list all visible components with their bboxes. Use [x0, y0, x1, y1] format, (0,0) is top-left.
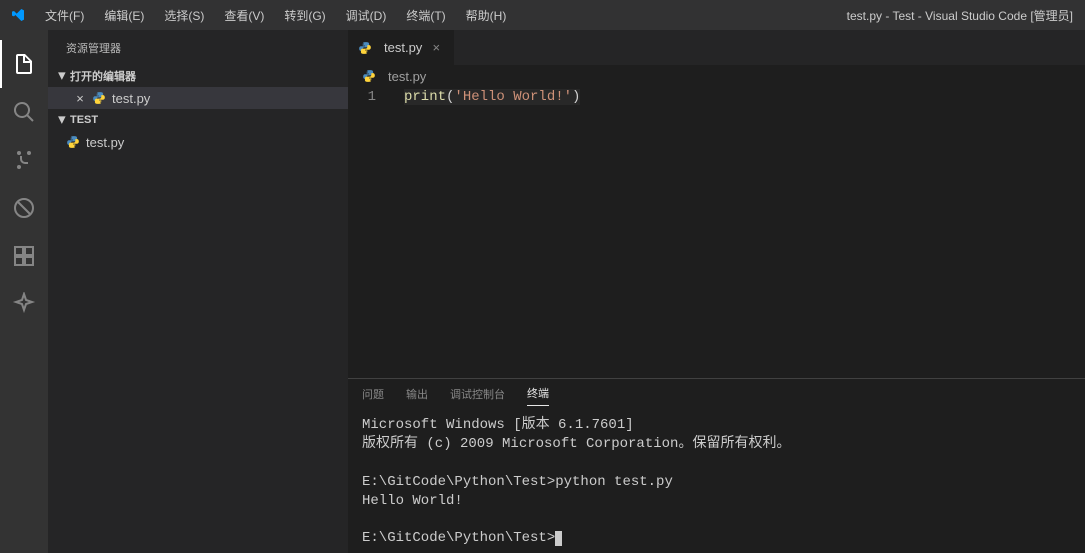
tab-label: test.py	[384, 40, 422, 55]
activity-debug[interactable]	[0, 184, 48, 232]
panel-tab-output[interactable]: 输出	[406, 386, 428, 406]
vscode-logo-icon	[0, 7, 35, 23]
editor-tab[interactable]: test.py ×	[348, 30, 455, 65]
open-editors-label: 打开的编辑器	[70, 68, 136, 84]
close-icon[interactable]: ×	[428, 40, 444, 55]
workspace-file-item[interactable]: test.py	[48, 131, 348, 153]
search-icon	[12, 100, 36, 124]
menu-debug[interactable]: 调试(D)	[336, 0, 397, 30]
workspace-file-label: test.py	[86, 135, 124, 150]
menu-file[interactable]: 文件(F)	[35, 0, 94, 30]
panel-tab-problems[interactable]: 问题	[362, 386, 384, 406]
menu-view[interactable]: 查看(V)	[214, 0, 274, 30]
code-line: print('Hello World!')	[396, 89, 580, 378]
open-editors-section[interactable]: ▶ 打开的编辑器	[48, 65, 348, 87]
bottom-panel: 问题 输出 调试控制台 终端 Microsoft Windows [版本 6.1…	[348, 378, 1085, 553]
breadcrumb-file: test.py	[388, 69, 426, 84]
workspace-name-label: TEST	[70, 114, 98, 126]
open-editor-file-label: test.py	[112, 91, 150, 106]
files-icon	[12, 52, 36, 76]
terminal-cursor	[555, 531, 562, 546]
window-title: test.py - Test - Visual Studio Code [管理员…	[847, 7, 1073, 24]
sidebar-explorer: 资源管理器 ▶ 打开的编辑器 × test.py ▶ TEST test.py	[48, 30, 348, 553]
python-file-icon	[92, 91, 106, 105]
editor-tabs: test.py ×	[348, 30, 1085, 65]
sidebar-title: 资源管理器	[48, 30, 348, 65]
chevron-down-icon: ▶	[57, 116, 68, 124]
python-file-icon	[358, 41, 372, 55]
panel-tabs: 问题 输出 调试控制台 终端	[348, 379, 1085, 412]
activity-search[interactable]	[0, 88, 48, 136]
editor-area: test.py × test.py 1 print('Hello World!'…	[348, 30, 1085, 553]
activity-bar	[0, 30, 48, 553]
panel-tab-terminal[interactable]: 终端	[527, 385, 549, 406]
python-file-icon	[66, 135, 80, 149]
python-file-icon	[362, 69, 376, 83]
code-editor[interactable]: 1 print('Hello World!')	[348, 87, 1085, 378]
menu-help[interactable]: 帮助(H)	[456, 0, 517, 30]
panel-tab-debug-console[interactable]: 调试控制台	[450, 386, 505, 406]
activity-explorer[interactable]	[0, 40, 48, 88]
menu-go[interactable]: 转到(G)	[274, 0, 335, 30]
menubar: 文件(F) 编辑(E) 选择(S) 查看(V) 转到(G) 调试(D) 终端(T…	[35, 0, 516, 30]
terminal[interactable]: Microsoft Windows [版本 6.1.7601] 版权所有 (c)…	[348, 412, 1085, 553]
menu-edit[interactable]: 编辑(E)	[94, 0, 154, 30]
titlebar: 文件(F) 编辑(E) 选择(S) 查看(V) 转到(G) 调试(D) 终端(T…	[0, 0, 1085, 30]
menu-terminal[interactable]: 终端(T)	[396, 0, 455, 30]
extensions-icon	[12, 244, 36, 268]
workspace-section[interactable]: ▶ TEST	[48, 109, 348, 131]
open-editor-item[interactable]: × test.py	[48, 87, 348, 109]
close-icon[interactable]: ×	[72, 91, 88, 106]
activity-extensions[interactable]	[0, 232, 48, 280]
activity-copilot[interactable]	[0, 280, 48, 328]
chevron-down-icon: ▶	[57, 72, 68, 80]
debug-icon	[12, 196, 36, 220]
menu-selection[interactable]: 选择(S)	[154, 0, 214, 30]
sparkle-icon	[12, 292, 36, 316]
activity-scm[interactable]	[0, 136, 48, 184]
source-control-icon	[12, 148, 36, 172]
breadcrumb[interactable]: test.py	[348, 65, 1085, 87]
line-number: 1	[348, 89, 396, 378]
